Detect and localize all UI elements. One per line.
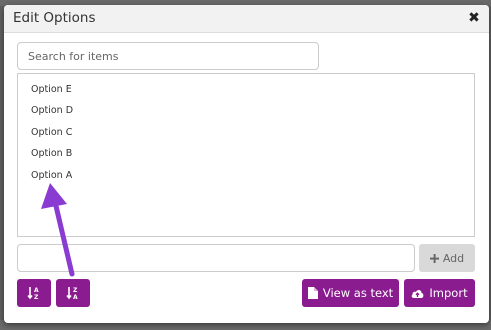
file-icon <box>307 287 318 299</box>
svg-text:Z: Z <box>73 287 78 294</box>
sort-ascending-button[interactable]: A Z <box>17 279 51 307</box>
sort-alpha-asc-icon: A Z <box>27 287 39 300</box>
view-as-text-label: View as text <box>322 286 394 300</box>
close-icon[interactable]: ✖ <box>467 10 481 26</box>
add-button-label: Add <box>442 251 465 265</box>
search-input[interactable] <box>17 42 319 70</box>
list-item-option-e[interactable]: Option E <box>31 84 72 95</box>
svg-text:Z: Z <box>34 294 39 300</box>
cloud-upload-icon <box>412 290 424 298</box>
add-button[interactable]: Add <box>419 244 475 272</box>
view-as-text-button[interactable]: View as text <box>302 279 399 307</box>
list-item-option-d[interactable]: Option D <box>31 105 73 116</box>
import-button-label: Import <box>429 286 468 300</box>
modal-header: Edit Options ✖ <box>4 5 489 33</box>
list-item-option-c[interactable]: Option C <box>31 127 72 138</box>
modal-title: Edit Options <box>13 10 96 26</box>
svg-text:A: A <box>34 287 39 294</box>
sort-alpha-desc-icon: Z A <box>66 287 78 300</box>
list-item-option-b[interactable]: Option B <box>31 148 72 159</box>
list-item-option-a[interactable]: Option A <box>31 170 72 181</box>
edit-options-modal: Edit Options ✖ Option E Option D Option … <box>4 5 489 323</box>
import-button[interactable]: Import <box>404 279 475 307</box>
svg-text:A: A <box>73 294 78 300</box>
options-list[interactable]: Option E Option D Option C Option B Opti… <box>17 73 475 237</box>
sort-descending-button[interactable]: Z A <box>56 279 90 307</box>
new-option-input[interactable] <box>17 244 415 272</box>
plus-icon <box>429 253 439 263</box>
